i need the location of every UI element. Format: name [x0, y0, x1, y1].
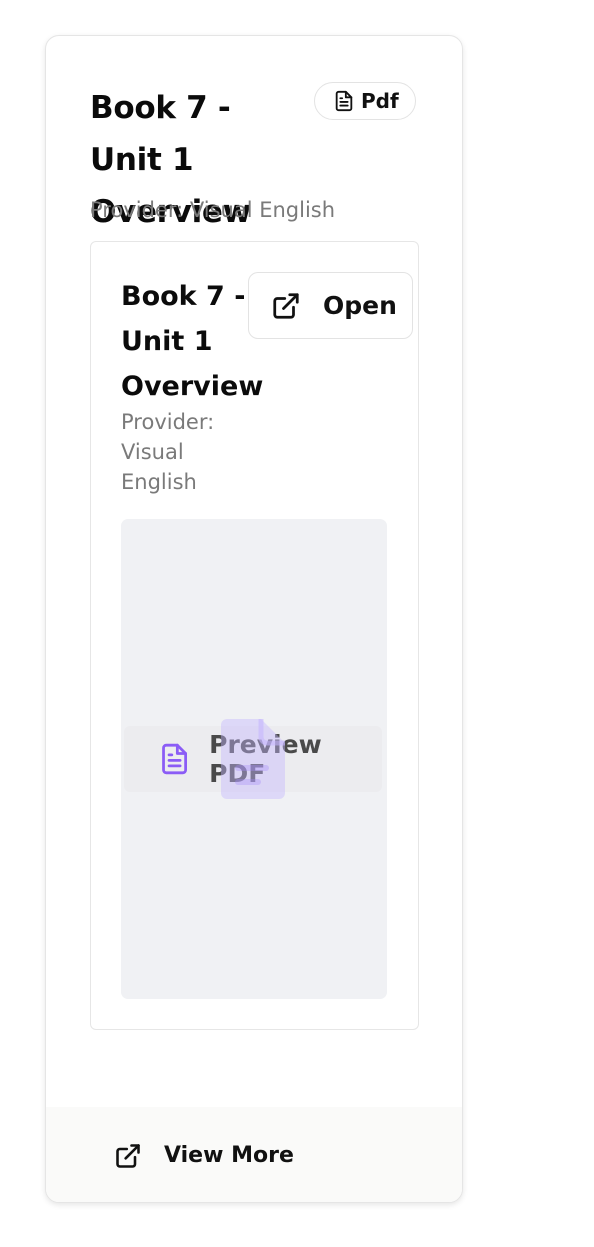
type-badge-label: Pdf: [361, 89, 399, 113]
file-text-icon: [335, 90, 353, 112]
view-more-label: View More: [164, 1143, 294, 1168]
view-more-button[interactable]: View More: [46, 1107, 462, 1202]
preview-pdf-button[interactable]: Preview PDF: [124, 726, 382, 792]
document-preview-card: Book 7 - Unit 1 Overview Provider: Visua…: [90, 241, 419, 1030]
type-badge: Pdf: [314, 82, 416, 120]
external-link-icon: [273, 292, 299, 319]
preview-pdf-label: Preview PDF: [209, 730, 322, 788]
pdf-preview-area: Preview PDF: [121, 519, 387, 999]
open-button-label: Open: [323, 291, 397, 320]
external-link-icon: [116, 1143, 140, 1168]
document-provider: Provider: Visual English: [121, 410, 215, 494]
document-title: Book 7 - Unit 1 Overview: [121, 281, 264, 402]
open-button[interactable]: Open: [248, 272, 413, 339]
card-provider: Provider: Visual English: [90, 198, 336, 222]
resource-card: Book 7 - Unit 1 Overview Pdf Provider: V…: [45, 35, 463, 1203]
file-text-icon: [162, 743, 187, 775]
